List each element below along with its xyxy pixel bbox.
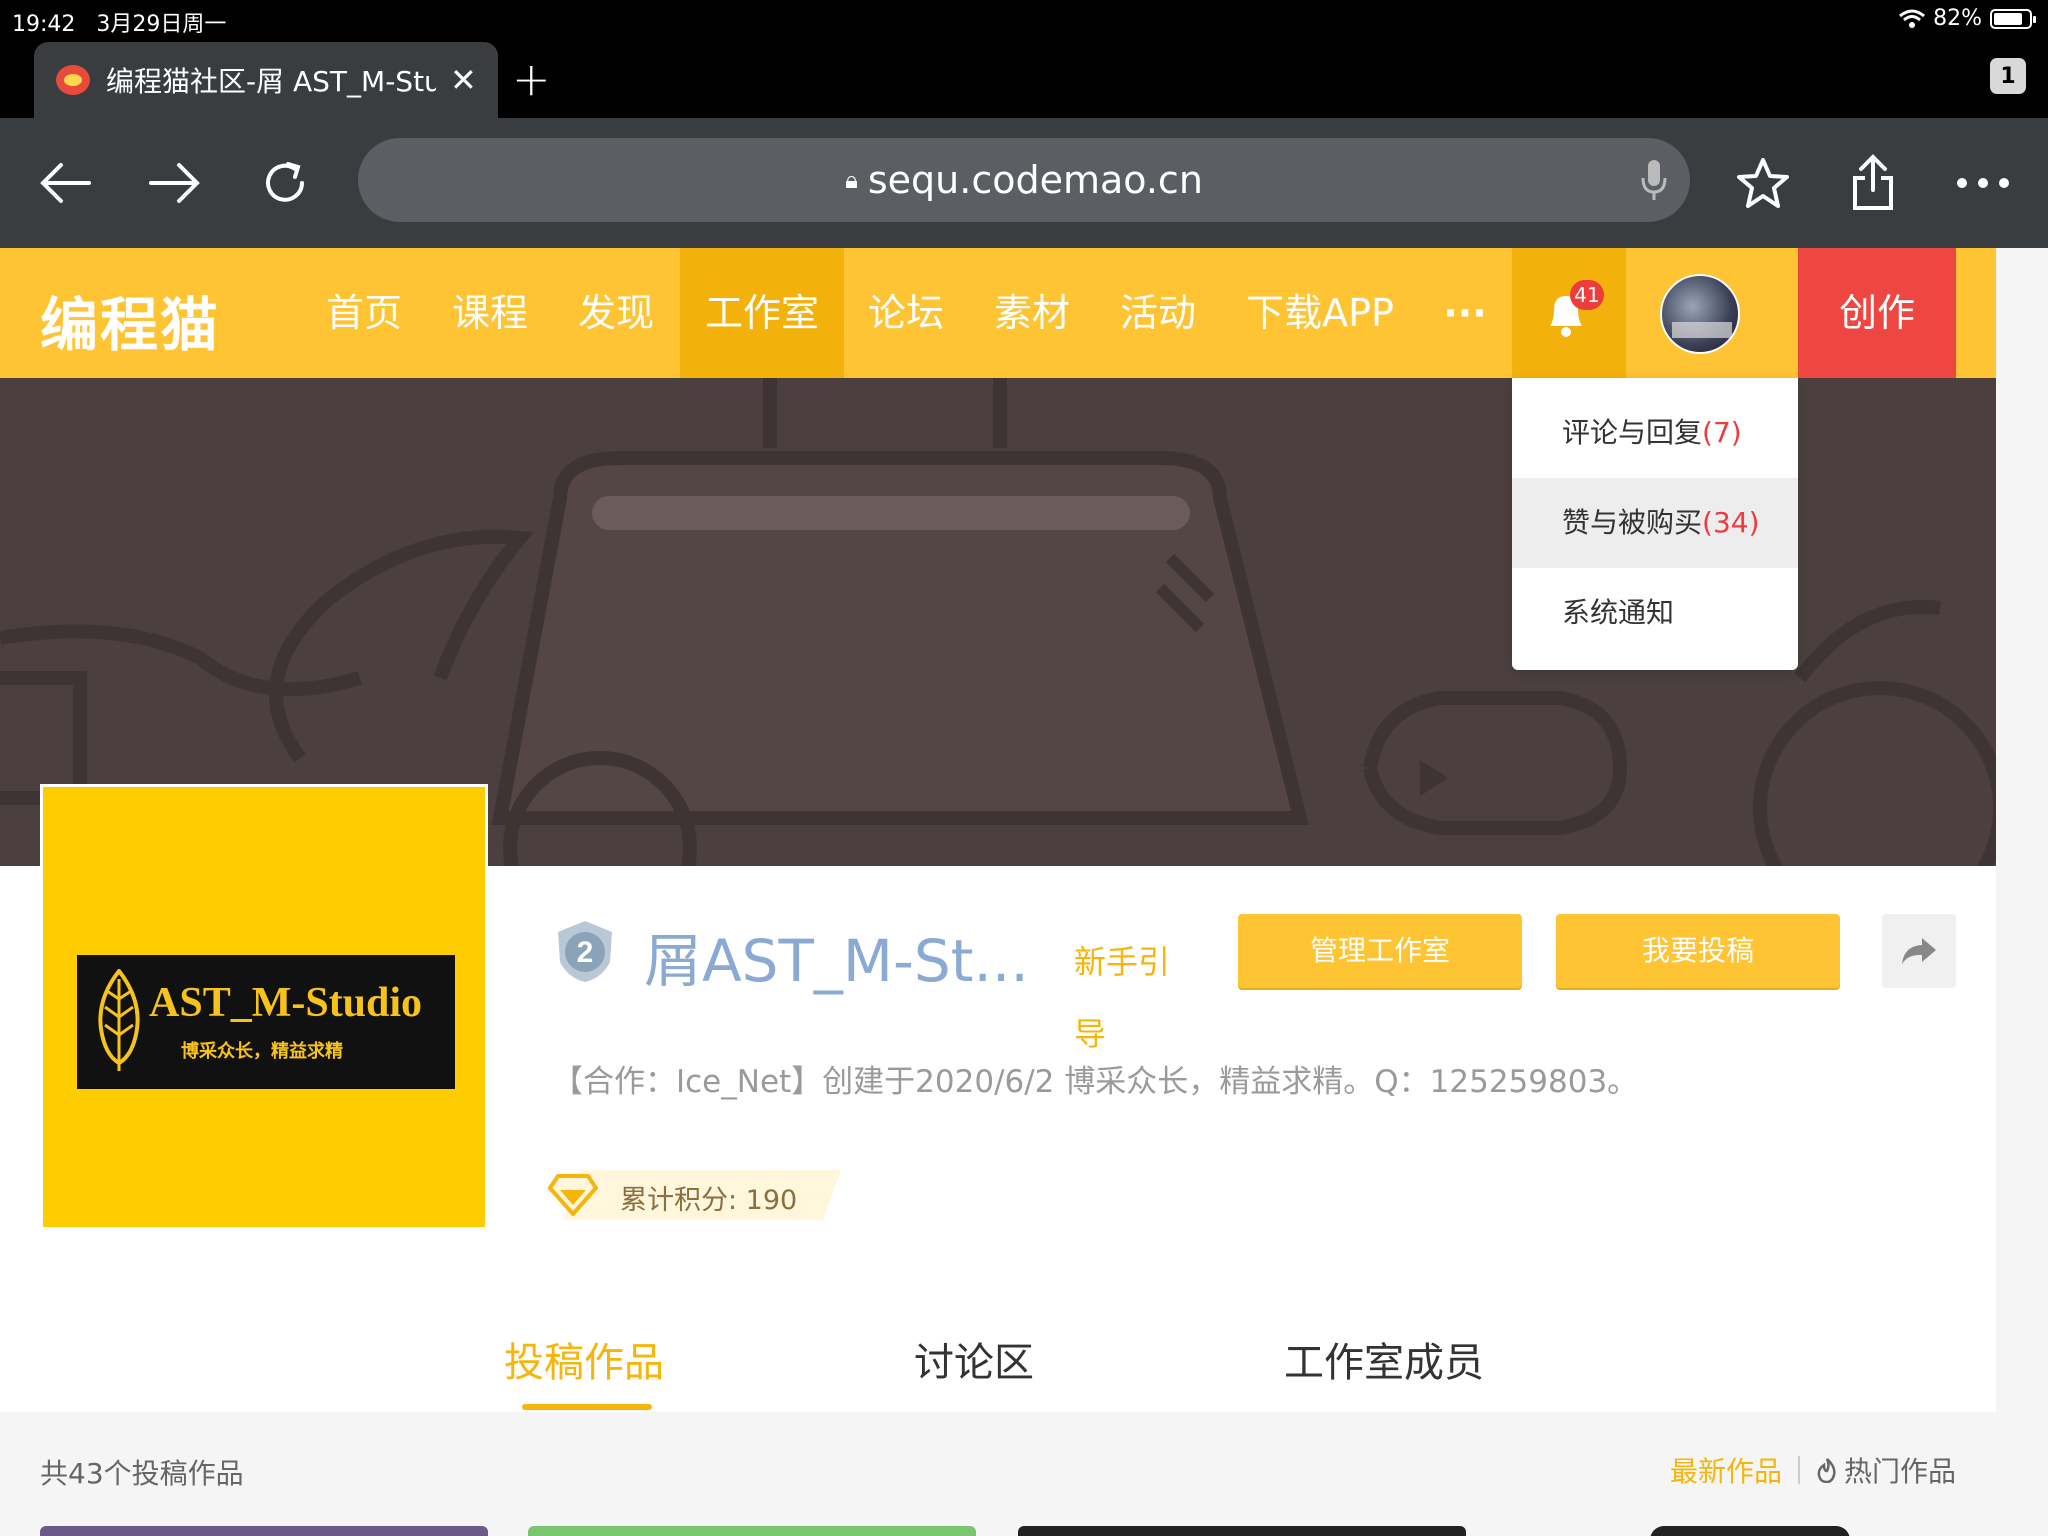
tab-members[interactable]: 工作室成员 xyxy=(1284,1330,1484,1388)
status-time: 19:42 xyxy=(12,12,76,37)
new-tab-button[interactable]: + xyxy=(512,52,551,106)
dropdown-item-system[interactable]: 系统通知 xyxy=(1512,568,1798,658)
favicon-icon xyxy=(56,65,90,95)
address-bar[interactable]: 🔒︎ sequ.codemao.cn xyxy=(358,138,1690,222)
cover-subtitle: 博采众长，精益求精 xyxy=(181,1041,343,1062)
sort-newest[interactable]: 最新作品 xyxy=(1670,1450,1782,1490)
content-tabs: 投稿作品 讨论区 工作室成员 xyxy=(0,1310,1996,1412)
status-date: 3月29日周一 xyxy=(96,12,227,37)
status-time-date: 19:42 3月29日周一 xyxy=(12,6,226,38)
works-list-header: 共43个投稿作品 最新作品 热门作品 xyxy=(0,1412,1996,1536)
arrow-right-icon xyxy=(149,163,200,203)
browser-tab[interactable]: 编程猫社区-屑 AST_M-Studio ✕ xyxy=(34,42,498,118)
manage-studio-button[interactable]: 管理工作室 xyxy=(1238,914,1522,988)
dropdown-item-comments[interactable]: 评论与回复(7) xyxy=(1512,388,1798,478)
dropdown-item-count: (7) xyxy=(1702,416,1742,449)
tab-close-icon[interactable]: ✕ xyxy=(450,61,477,99)
tab-discussion[interactable]: 讨论区 xyxy=(914,1330,1034,1388)
microphone-icon[interactable] xyxy=(1640,158,1668,211)
share-icon xyxy=(1853,154,1893,210)
browser-toolbar: 🔒︎ sequ.codemao.cn xyxy=(0,118,2048,248)
wifi-icon xyxy=(1899,9,1926,28)
more-dots-icon xyxy=(1957,178,2009,188)
dropdown-item-label: 评论与回复 xyxy=(1562,416,1703,449)
work-card[interactable] xyxy=(528,1526,976,1536)
studio-name: 屑AST_M-St... xyxy=(644,927,1029,995)
notification-badge: 41 xyxy=(1570,280,1604,310)
work-card[interactable] xyxy=(1018,1526,1466,1536)
nav-studio[interactable]: 工作室 xyxy=(680,248,844,378)
nav-events[interactable]: 活动 xyxy=(1106,248,1210,378)
sort-hot[interactable]: 热门作品 xyxy=(1816,1450,1956,1490)
sort-options: 最新作品 热门作品 xyxy=(1670,1450,1956,1490)
flame-icon xyxy=(1817,1458,1836,1483)
nav-download-app[interactable]: 下载APP xyxy=(1240,248,1400,378)
dropdown-item-label: 系统通知 xyxy=(1562,596,1675,629)
bookmark-button[interactable] xyxy=(1728,148,1798,218)
cover-title: AST_M-Studio xyxy=(149,980,423,1026)
nav-discover[interactable]: 发现 xyxy=(564,248,668,378)
site-nav: 编程猫 首页 课程 发现 工作室 论坛 素材 活动 下载APP ··· 41 创… xyxy=(0,248,1996,378)
share-studio-button[interactable] xyxy=(1882,914,1956,988)
share-arrow-icon xyxy=(1902,938,1936,964)
dropdown-item-count: (34) xyxy=(1702,506,1760,539)
site-logo[interactable]: 编程猫 xyxy=(40,278,220,362)
studio-description: 【合作：Ice_Net】创建于2020/6/2 博采众长，精益求精。Q：1252… xyxy=(552,1064,1639,1100)
forward-button[interactable] xyxy=(140,148,210,218)
nav-home[interactable]: 首页 xyxy=(312,248,416,378)
battery-fill xyxy=(1994,12,2022,25)
level-number: 2 xyxy=(577,936,594,969)
more-menu-button[interactable] xyxy=(1948,148,2018,218)
active-tab-underline xyxy=(522,1404,652,1410)
share-browser-button[interactable] xyxy=(1838,148,1908,218)
points-badge: 累计积分: 190 xyxy=(548,1170,842,1220)
nav-more[interactable]: ··· xyxy=(1430,248,1500,378)
sort-hot-label: 热门作品 xyxy=(1843,1455,1956,1488)
star-icon xyxy=(1737,158,1789,208)
dropdown-item-label: 赞与被购买 xyxy=(1562,506,1703,539)
nav-courses[interactable]: 课程 xyxy=(438,248,542,378)
status-bar: 19:42 3月29日周一 82% xyxy=(0,0,2048,40)
create-button[interactable]: 创作 xyxy=(1798,248,1956,378)
tab-submitted-works[interactable]: 投稿作品 xyxy=(504,1330,664,1388)
works-total: 共43个投稿作品 xyxy=(40,1457,244,1490)
user-avatar[interactable] xyxy=(1660,274,1740,354)
diamond-icon xyxy=(548,1174,598,1216)
tab-strip: 编程猫社区-屑 AST_M-Studio ✕ + 1 xyxy=(0,40,2048,118)
status-indicators: 82% xyxy=(1899,6,2036,31)
sort-divider xyxy=(1797,1456,1800,1484)
studio-cover: AST_M-Studio 博采众长，精益求精 xyxy=(40,784,488,1230)
tab-count-button[interactable]: 1 xyxy=(1990,58,2026,94)
level-badge-icon: 2 xyxy=(552,918,618,984)
battery-icon xyxy=(1990,8,2036,29)
notification-button[interactable]: 41 xyxy=(1512,248,1626,378)
tab-title: 编程猫社区-屑 AST_M-Studio xyxy=(106,65,436,98)
beginner-guide-link[interactable]: 新手引导 xyxy=(1074,926,1178,1070)
arrow-left-icon xyxy=(40,163,91,203)
back-button[interactable] xyxy=(30,148,100,218)
work-card[interactable] xyxy=(1650,1526,1850,1536)
reload-button[interactable] xyxy=(250,148,320,218)
nav-forum[interactable]: 论坛 xyxy=(854,248,958,378)
points-text: 累计积分: 190 xyxy=(620,1185,798,1216)
url-text: sequ.codemao.cn xyxy=(867,158,1203,202)
submit-work-button[interactable]: 我要投稿 xyxy=(1556,914,1840,988)
leaf-icon xyxy=(98,969,140,1071)
work-card[interactable] xyxy=(40,1526,488,1536)
dropdown-item-likes[interactable]: 赞与被购买(34) xyxy=(1512,478,1798,568)
cover-logo: AST_M-Studio 博采众长，精益求精 xyxy=(77,955,455,1089)
reload-icon xyxy=(266,162,304,202)
notification-dropdown: 评论与回复(7) 赞与被购买(34) 系统通知 xyxy=(1512,378,1798,670)
lock-icon: 🔒︎ xyxy=(845,166,858,194)
battery-percent: 82% xyxy=(1933,6,1982,31)
nav-materials[interactable]: 素材 xyxy=(980,248,1084,378)
